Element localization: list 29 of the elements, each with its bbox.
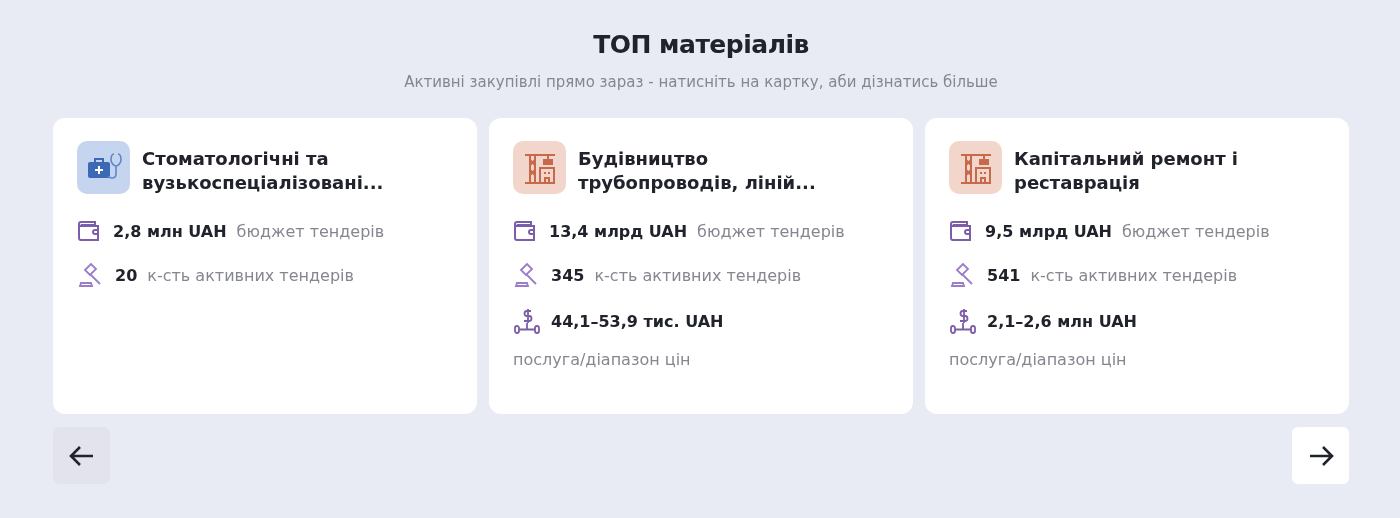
tender-card[interactable]: Будівництво трубопроводів, ліній... 13,4 млрд UAH бюджет тендерів 345 к-сть активних тендерів 44,1–53,9 тис. UAH послуга/діапазон цін [489,118,913,414]
tender-card[interactable]: Капітальний ремонт і реставрація 9,5 млрд UAH бюджет тендерів 541 к-сть активних тендерів 2,1–2,6 млн UAH послуга/діапазон цін [925,118,1349,414]
stat-value: 2,8 млн UAH [113,221,227,241]
next-button[interactable] [1292,427,1349,484]
card-title: Стоматологічні та вузькоспеціалізовані... [142,147,385,195]
arrow-right-icon [1307,444,1334,467]
stat-caption: послуга/діапазон цін [949,350,1128,369]
section-subtitle: Активні закупівлі прямо зараз - натисніть на картку, аби дізнатись більше [404,73,998,91]
price-range-icon [949,307,977,335]
stat-value: 2,1–2,6 млн UAH [987,311,1137,331]
stat-value: 13,4 млрд UAH [549,221,688,241]
price-range-icon [513,307,541,335]
stat-caption: к-сть активних тендерів [594,265,802,285]
arrow-left-icon [68,444,95,467]
stat-caption: бюджет тендерів [236,221,385,241]
stat-value: 9,5 млрд UAH [985,221,1112,241]
stat-value: 20 [115,265,138,285]
stat-caption: бюджет тендерів [1121,221,1270,241]
stat-caption: к-сть активних тендерів [1030,265,1238,285]
stat-caption: к-сть активних тендерів [147,265,354,285]
stat-value: 541 [987,265,1021,285]
stat-value: 44,1–53,9 тис. UAH [551,311,724,331]
stat-value: 345 [551,265,585,285]
section-title: ТОП матеріалів [593,30,809,59]
card-title: Капітальний ремонт і реставрація [1014,147,1239,195]
card-title: Будівництво трубопроводів, ліній... [578,147,817,195]
tender-card[interactable]: Стоматологічні та вузькоспеціалізовані... 2,8 млн UAH бюджет тендерів 20 к-сть активних тендерів [53,118,477,414]
stat-caption: бюджет тендерів [697,221,845,241]
stat-caption: послуга/діапазон цін [513,350,692,369]
